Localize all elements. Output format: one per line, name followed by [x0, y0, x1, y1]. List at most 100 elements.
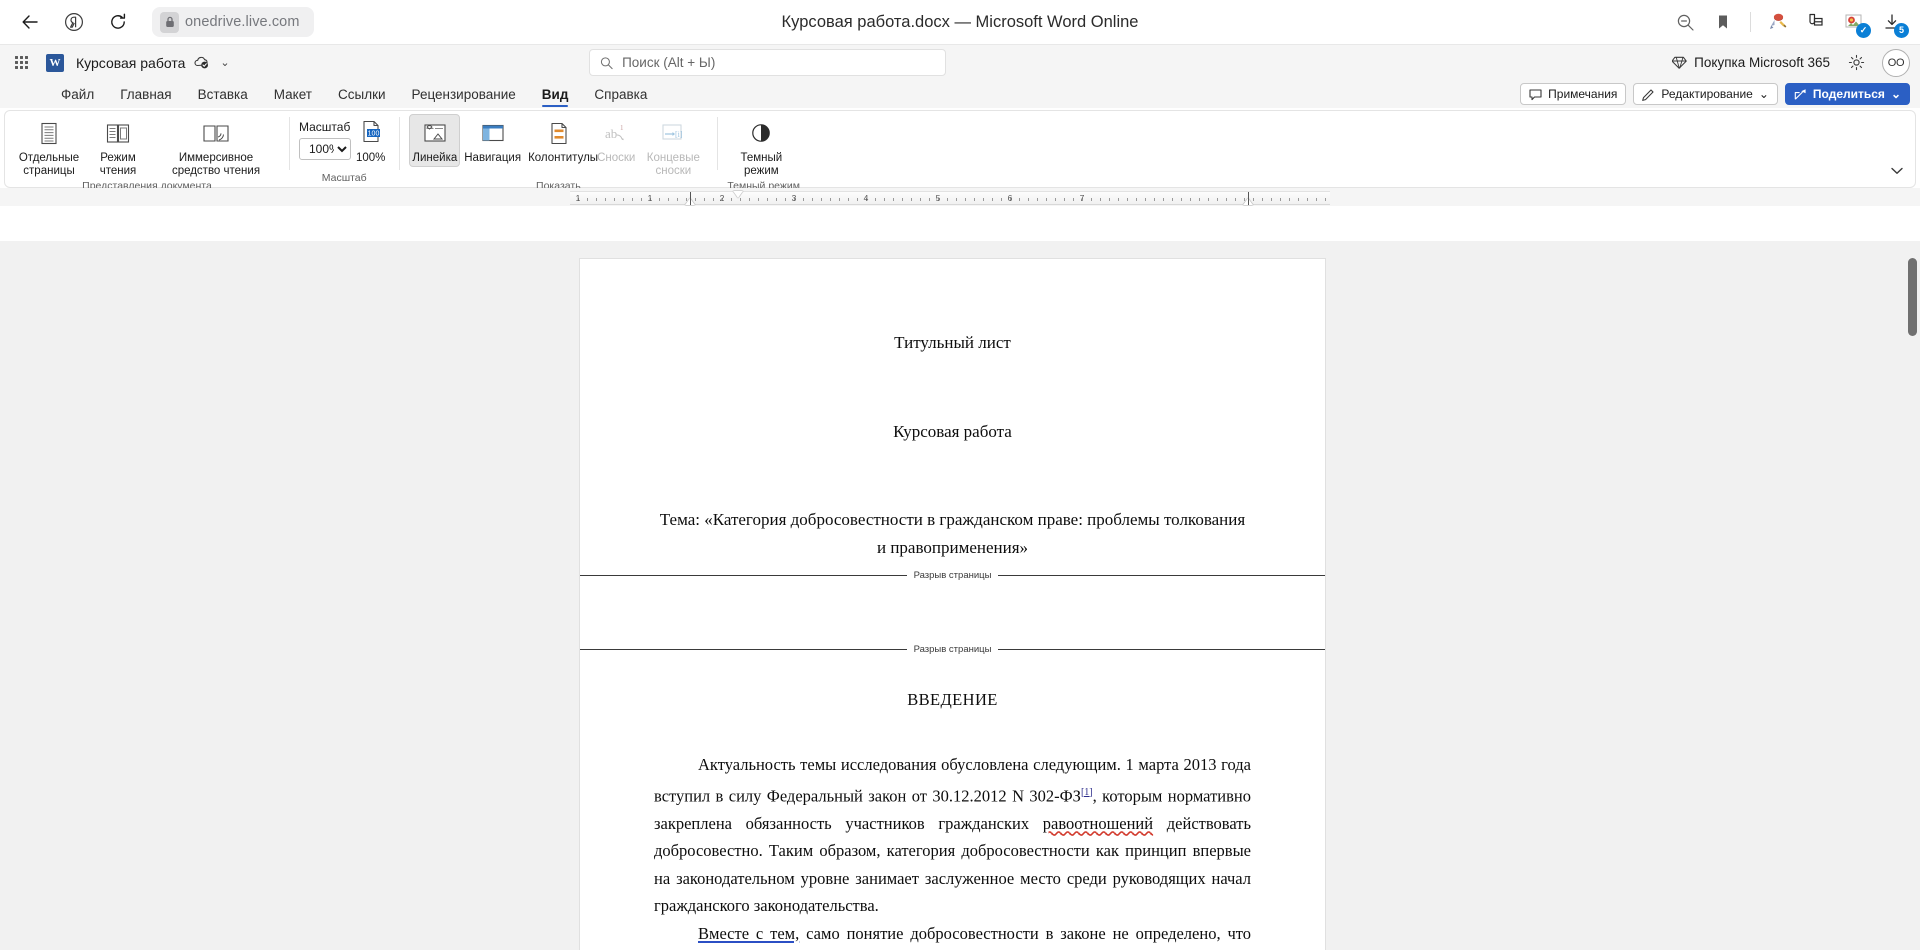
- ruler-tick: [1154, 198, 1155, 201]
- ruler-area: 1 1 2 3 4 5 6 7: [0, 188, 1920, 206]
- ruler-tick: [695, 198, 696, 201]
- ruler-tick: [596, 198, 597, 201]
- browser-nav-buttons: [0, 4, 140, 40]
- tab-view[interactable]: Вид: [529, 80, 582, 108]
- settings-button[interactable]: [1840, 48, 1872, 78]
- document-page[interactable]: Титульный лист Курсовая работа Тема: «Ка…: [580, 259, 1325, 950]
- search-container[interactable]: [589, 49, 946, 76]
- tab-review[interactable]: Рецензирование: [399, 80, 529, 108]
- left-indent-bar[interactable]: [690, 192, 691, 205]
- page-break-2: Разрыв страницы: [580, 642, 1325, 656]
- first-line-indent-marker[interactable]: [733, 191, 743, 198]
- reading-view-button[interactable]: Режим чтения: [84, 114, 152, 180]
- ruler-tick: [1316, 198, 1317, 201]
- ribbon-collapse-button[interactable]: [1887, 161, 1907, 181]
- ruler-tick: [839, 198, 840, 201]
- ribbon-group-dark-mode: Темный режим Темный режим: [717, 111, 810, 192]
- editing-mode-button[interactable]: Редактирование ⌄: [1633, 83, 1778, 105]
- bookmark-icon[interactable]: [1705, 4, 1741, 40]
- office-header-right: Покупка Microsoft 365 ОО: [1666, 48, 1920, 78]
- single-pages-button[interactable]: Отдельные страницы: [15, 114, 83, 180]
- dark-mode-button[interactable]: Темный режим: [727, 114, 795, 180]
- title-line-1: Титульный лист: [894, 333, 1011, 352]
- app-launcher-icon: [14, 56, 28, 69]
- headers-footers-button[interactable]: Колонтитулы: [525, 114, 598, 167]
- ruler-tick: [1118, 198, 1119, 201]
- zoom-reset-label: 100%: [356, 152, 386, 164]
- dark-mode-label: Темный режим: [740, 152, 783, 177]
- footnotes-icon: ab 1: [601, 118, 631, 150]
- ruler-toggle-button[interactable]: Линейка: [409, 114, 461, 167]
- yandex-logo-icon: [65, 13, 83, 31]
- ruler-tick: [902, 198, 903, 201]
- horizontal-ruler[interactable]: 1 1 2 3 4 5 6 7: [570, 191, 1330, 205]
- yandex-home-button[interactable]: [52, 4, 96, 40]
- office-header: W Курсовая работа ⌄ Покупка Microsoft 36…: [0, 45, 1920, 80]
- ruler-tick: [1100, 198, 1101, 201]
- app-launcher-button[interactable]: [4, 48, 38, 78]
- grammar-suggestion-phrase[interactable]: Вместе с тем,: [698, 924, 799, 943]
- vertical-scrollbar[interactable]: [1905, 241, 1920, 950]
- zoom-reset-100-button[interactable]: 100 100%: [352, 114, 389, 164]
- ruler-tick: [1055, 198, 1056, 201]
- ruler-icon: [421, 118, 449, 150]
- ruler-tick: [1262, 198, 1263, 201]
- ruler-tick: [929, 198, 930, 201]
- tab-home[interactable]: Главная: [107, 80, 184, 108]
- search-input[interactable]: [622, 55, 935, 70]
- zoom-out-icon[interactable]: [1667, 4, 1703, 40]
- paragraph-2: Вместе с тем, само понятие добросовестно…: [654, 920, 1251, 950]
- lock-glyph-icon: [165, 16, 174, 27]
- tab-insert[interactable]: Вставка: [185, 80, 261, 108]
- title-page-section: Титульный лист Курсовая работа Тема: «Ка…: [580, 259, 1325, 565]
- right-indent-bar[interactable]: [1248, 192, 1249, 205]
- title-line-3: Тема: «Категория добросовестности в граж…: [659, 510, 1246, 557]
- ruler-tick: [1019, 198, 1020, 201]
- cloud-saved-icon[interactable]: [193, 55, 210, 70]
- cloud-check-glyph-icon: [194, 56, 209, 69]
- tab-layout[interactable]: Макет: [261, 80, 325, 108]
- navigation-pane-button[interactable]: Навигация: [461, 114, 524, 167]
- share-button[interactable]: Поделиться ⌄: [1784, 83, 1910, 105]
- back-button[interactable]: [8, 4, 52, 40]
- tab-file[interactable]: Файл: [48, 80, 107, 108]
- extension-puzzle-icon[interactable]: [1760, 4, 1796, 40]
- navigation-pane-label: Навигация: [464, 152, 522, 164]
- user-avatar[interactable]: ОО: [1882, 48, 1910, 77]
- document-menu-chevron-icon[interactable]: ⌄: [220, 56, 229, 69]
- tab-references[interactable]: Ссылки: [325, 80, 399, 108]
- ruler-tick: [893, 198, 894, 201]
- endnotes-button: [i] Концевые сноски: [639, 114, 707, 180]
- buy-microsoft365-button[interactable]: Покупка Microsoft 365: [1666, 51, 1836, 74]
- tab-help[interactable]: Справка: [581, 80, 660, 108]
- immersive-reader-button[interactable]: Иммерсивное средство чтения: [153, 114, 279, 180]
- footnote-ref-1[interactable]: [1]: [1081, 787, 1093, 798]
- ruler-tick: [1289, 198, 1290, 201]
- single-page-icon: [35, 118, 63, 150]
- headers-footers-icon: [546, 118, 572, 150]
- downloads-icon[interactable]: 5: [1874, 4, 1910, 40]
- spelling-error-word[interactable]: равоотношений: [1043, 814, 1153, 833]
- gear-icon: [1848, 54, 1864, 71]
- pencil-icon: [1642, 88, 1654, 101]
- editing-mode-label: Редактирование: [1661, 87, 1753, 101]
- ruler-tick: [1073, 198, 1074, 201]
- scrollbar-thumb[interactable]: [1908, 258, 1917, 336]
- comments-button[interactable]: Примечания: [1520, 83, 1627, 105]
- footnotes-label: Сноски: [597, 152, 636, 164]
- document-title[interactable]: Курсовая работа: [76, 55, 185, 71]
- ruler-tick: [947, 198, 948, 201]
- reload-button[interactable]: [96, 4, 140, 40]
- collections-icon[interactable]: [1798, 4, 1834, 40]
- ruler-tick: [677, 198, 678, 201]
- ruler-tick: [605, 198, 606, 201]
- ruler-tick: [884, 198, 885, 201]
- single-pages-label: Отдельные страницы: [18, 152, 80, 177]
- ruler-tick: [1046, 198, 1047, 201]
- ruler-tick: [1064, 198, 1065, 201]
- ruler-label: Линейка: [412, 152, 458, 164]
- site-security-lock-icon[interactable]: [160, 11, 179, 33]
- profile-photo-icon[interactable]: ✓: [1836, 4, 1872, 40]
- zoom-select[interactable]: 100% 50% 75% 150% 200%: [299, 138, 351, 160]
- address-bar[interactable]: onedrive.live.com: [152, 7, 314, 37]
